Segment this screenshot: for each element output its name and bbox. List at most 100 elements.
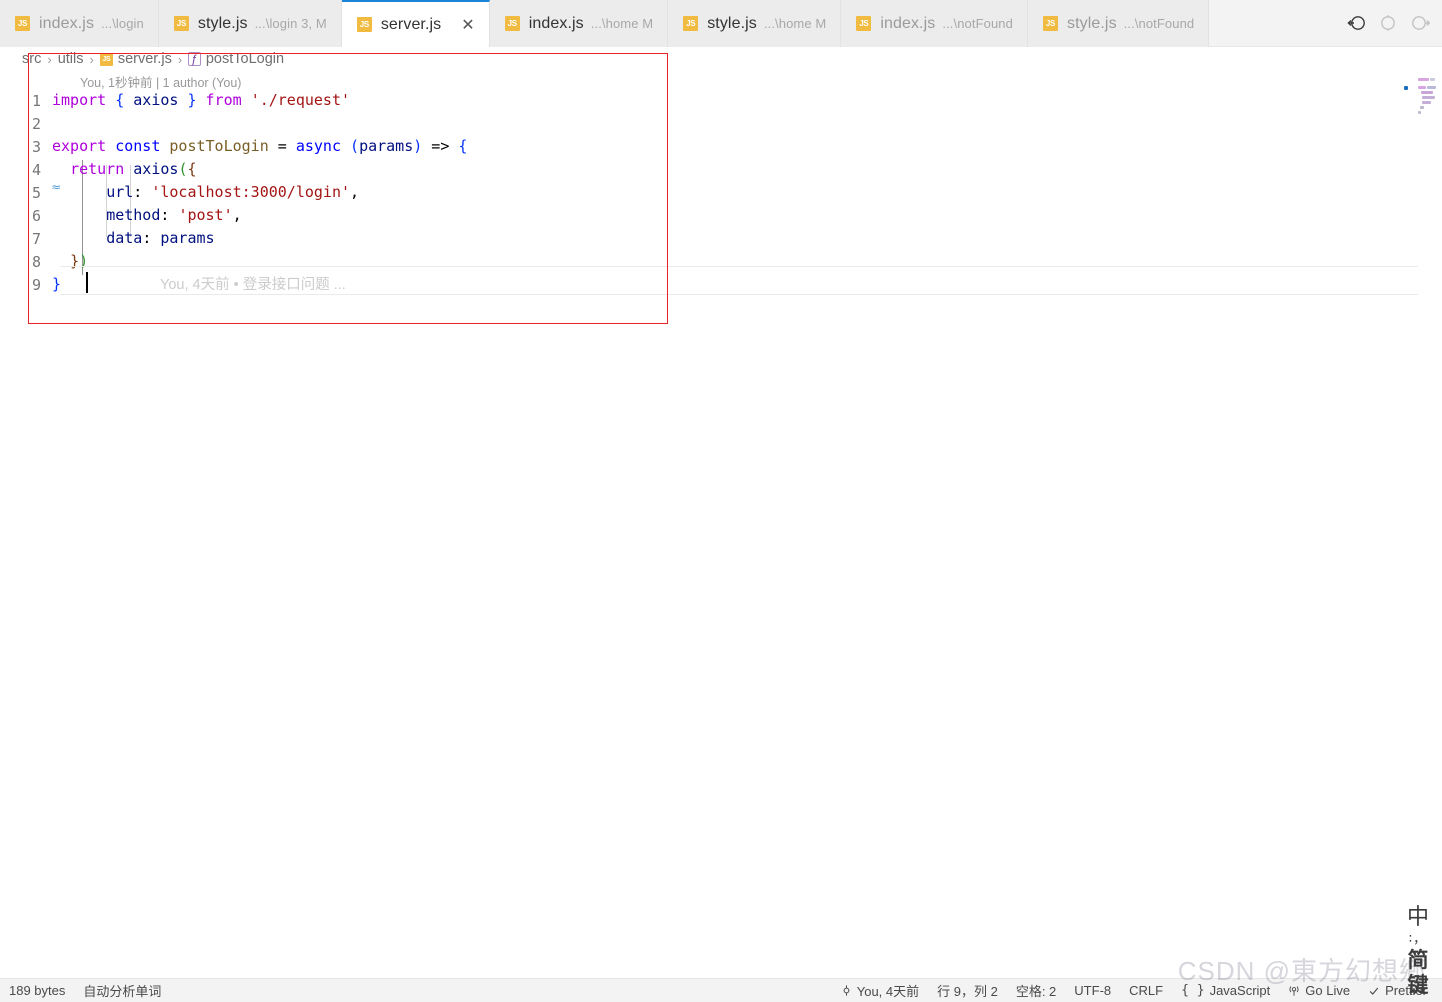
- check-icon: [1368, 985, 1380, 997]
- status-label: 189 bytes: [9, 983, 66, 998]
- ime-simplified-toggle[interactable]: 简: [1408, 950, 1429, 971]
- breadcrumb-item-src[interactable]: src: [22, 51, 41, 67]
- js-file-icon: JS: [356, 17, 372, 32]
- line-content: data: params: [52, 227, 215, 250]
- token: ,: [232, 206, 242, 224]
- tab-label: style.js: [707, 14, 757, 32]
- breadcrumb-item-serverjs[interactable]: server.js: [118, 51, 172, 67]
- status-go-live[interactable]: Go Live: [1279, 979, 1359, 1002]
- ime-punctuation-toggle[interactable]: ∶，: [1409, 933, 1427, 946]
- more-actions-icon[interactable]: [1410, 13, 1430, 33]
- token: }: [52, 275, 62, 293]
- token: data: [106, 229, 143, 247]
- status-label: You, 4天前: [856, 984, 920, 999]
- inline-git-blame[interactable]: You, 4天前 • 登录接口问题 ...: [160, 273, 346, 294]
- code-line-4[interactable]: 4 return axios({: [0, 158, 1442, 181]
- line-content: url: 'localhost:3000/login',: [52, 181, 359, 204]
- tab-label: server.js: [380, 15, 442, 33]
- current-line-border-bottom: [60, 294, 1418, 295]
- token: {: [458, 137, 468, 155]
- token: import: [52, 91, 107, 109]
- ime-keyboard-toggle[interactable]: 键: [1408, 975, 1429, 996]
- breadcrumb-item-symbol[interactable]: postToLogin: [206, 51, 284, 67]
- line-number: 7: [31, 229, 41, 248]
- js-file-icon: JS: [1042, 16, 1058, 31]
- line-number: 2: [31, 114, 41, 133]
- split-editor-icon[interactable]: [1378, 13, 1398, 33]
- code-line-6[interactable]: 6 method: 'post',: [0, 204, 1442, 227]
- status-language-mode[interactable]: { } JavaScript: [1172, 979, 1279, 1002]
- token: }: [70, 252, 80, 270]
- status-git-blame[interactable]: You, 4天前: [832, 979, 928, 1002]
- token: params: [160, 229, 215, 247]
- editor-tab-style-js-6[interactable]: JS style.js ...\notFound: [1027, 0, 1210, 47]
- ime-language-toggle[interactable]: 中: [1407, 907, 1429, 929]
- token: return: [70, 160, 125, 178]
- editor-tab-style-js-4[interactable]: JS style.js ...\home M: [668, 0, 842, 47]
- tab-description: ...\home M: [763, 16, 827, 31]
- editor-tab-index-js-3[interactable]: JS index.js ...\home M: [489, 0, 669, 47]
- token: :: [160, 206, 179, 224]
- token: {: [115, 91, 125, 109]
- code-line-8[interactable]: 8 }): [0, 250, 1442, 273]
- tab-description: ...\home M: [590, 16, 654, 31]
- status-label: Go Live: [1305, 983, 1351, 998]
- code-line-2[interactable]: 2: [0, 112, 1442, 135]
- ime-floating-toolbar: 中 ∶， 简 键: [1398, 907, 1438, 996]
- current-line-border-top: [60, 266, 1418, 267]
- line-content: export const postToLogin = async (params…: [52, 135, 467, 158]
- status-bar-right: You, 4天前 行 9，列 2 空格: 2 UTF-8 CRLF { } JavaScri…: [832, 979, 1442, 1002]
- status-word-analysis[interactable]: 自动分析单词: [74, 979, 170, 1002]
- token: {: [187, 160, 197, 178]
- editor-tab-index-js-0[interactable]: JS index.js ...\login: [0, 0, 159, 47]
- tab-description: ...\notFound: [942, 16, 1013, 31]
- status-encoding[interactable]: UTF-8: [1065, 979, 1120, 1002]
- token: url: [106, 183, 134, 201]
- breadcrumb: src › utils › JS server.js › ƒ postToLog…: [22, 50, 284, 68]
- tab-label: index.js: [528, 14, 584, 32]
- token: export: [52, 137, 107, 155]
- js-file-icon: JS: [504, 16, 520, 31]
- code-line-5[interactable]: 5 url: 'localhost:3000/login',: [0, 181, 1442, 204]
- line-content: import { axios } from './request': [52, 89, 350, 112]
- split-editor-left-icon[interactable]: [1346, 13, 1366, 33]
- status-line-endings[interactable]: CRLF: [1120, 979, 1172, 1002]
- status-label: CRLF: [1129, 983, 1164, 998]
- token: from: [205, 91, 242, 109]
- vscode-window: JS index.js ...\login JS style.js ...\login 3…: [0, 0, 1442, 1002]
- code-editor[interactable]: You, 1秒钟前 | 1 author (You) 1 import { axi…: [0, 70, 1442, 970]
- braces-icon: { }: [1181, 983, 1205, 998]
- minimap[interactable]: [1400, 70, 1438, 130]
- editor-tab-index-js-5[interactable]: JS index.js ...\notFound: [841, 0, 1028, 47]
- token: postToLogin: [169, 137, 269, 155]
- token: :: [142, 229, 161, 247]
- js-file-icon: JS: [856, 16, 872, 31]
- editor-tab-server-js-2[interactable]: JS server.js ✕: [341, 0, 490, 47]
- tab-description: ...\login: [101, 16, 144, 31]
- status-file-size[interactable]: 189 bytes: [0, 979, 74, 1002]
- line-number: 1: [31, 91, 41, 110]
- status-bar-left: 189 bytes 自动分析单词: [0, 979, 170, 1002]
- token: const: [115, 137, 161, 155]
- tabs-container: JS index.js ...\login JS style.js ...\login 3…: [0, 0, 1210, 47]
- code-line-3[interactable]: 3 export const postToLogin = async (param…: [0, 135, 1442, 158]
- line-content: }): [52, 250, 88, 273]
- text-cursor: [86, 272, 88, 293]
- code-line-7[interactable]: 7 data: params: [0, 227, 1442, 250]
- status-label: 空格: 2: [1015, 984, 1057, 999]
- code-line-1[interactable]: 1 import { axios } from './request': [0, 89, 1442, 112]
- editor-tab-style-js-1[interactable]: JS style.js ...\login 3, M: [158, 0, 342, 47]
- status-indentation[interactable]: 空格: 2: [1007, 979, 1065, 1002]
- breadcrumb-item-utils[interactable]: utils: [58, 51, 84, 67]
- fold-region-indicator[interactable]: ≈≈≈: [52, 182, 60, 204]
- token: 'localhost:3000/login': [151, 183, 351, 201]
- close-icon[interactable]: ✕: [461, 16, 474, 33]
- git-commit-icon: [841, 985, 852, 996]
- status-label: 行 9，列 2: [937, 984, 998, 999]
- status-cursor-position[interactable]: 行 9，列 2: [928, 979, 1007, 1002]
